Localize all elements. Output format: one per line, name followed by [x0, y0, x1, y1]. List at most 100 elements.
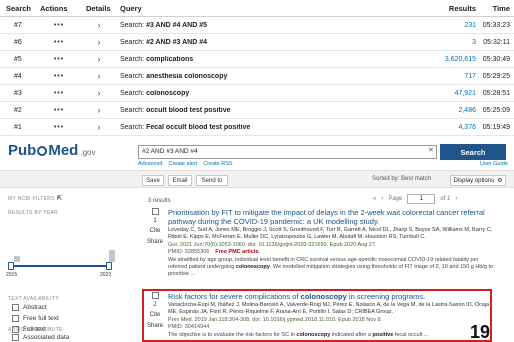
actions-menu-icon[interactable]: •••: [36, 39, 82, 46]
year-slider-start-handle[interactable]: [8, 262, 14, 270]
query-text: Search: complications: [116, 56, 434, 63]
actions-menu-icon[interactable]: •••: [36, 90, 82, 97]
history-header-row: Search Actions Details Query Results Tim…: [0, 0, 514, 17]
results-count-link[interactable]: 4,376: [434, 124, 476, 131]
chevron-right-icon[interactable]: ›: [82, 105, 116, 115]
article-controls: 1 Cite Share: [144, 208, 166, 245]
query-text: Search: occult blood test positive: [116, 107, 434, 114]
search-number: #4: [14, 72, 22, 80]
cite-button[interactable]: Cite: [150, 228, 161, 234]
filter-label: Abstract: [23, 304, 47, 311]
search-button[interactable]: Search: [440, 144, 506, 160]
search-number: #6: [14, 38, 22, 46]
table-row: #2 ••• › Search: occult blood test posit…: [0, 102, 514, 119]
pmid-text: PMID: 32855306: [168, 249, 210, 255]
article-checkbox[interactable]: [151, 208, 159, 215]
actions-menu-icon[interactable]: •••: [36, 124, 82, 131]
filter-associated-data[interactable]: Associated data: [12, 334, 69, 341]
time-stamp: 05:29:25: [482, 72, 510, 80]
col-header-actions: Actions: [40, 3, 68, 13]
cite-button[interactable]: Cite: [150, 312, 161, 318]
results-count-link[interactable]: 3: [434, 39, 476, 46]
share-button[interactable]: Share: [144, 239, 166, 245]
query-prefix: Search:: [120, 55, 147, 63]
checkbox[interactable]: [12, 304, 19, 311]
search-number: #2: [14, 106, 22, 114]
search-sub-links: Advanced Create alert Create RSS: [138, 161, 233, 167]
advanced-link[interactable]: Advanced: [138, 161, 162, 167]
chevron-right-icon[interactable]: ›: [82, 88, 116, 98]
snippet-highlight: colonoscopy: [296, 332, 331, 338]
article-number: 1: [153, 218, 157, 224]
email-button[interactable]: Email: [168, 175, 192, 186]
article-body: Risk factors for severe complications of…: [168, 292, 498, 339]
query-terms: complications: [146, 55, 194, 63]
article-snippet: We stratified by age group, individual l…: [168, 257, 498, 278]
actions-menu-icon[interactable]: •••: [36, 107, 82, 114]
snippet-highlight: colonoscopy: [235, 264, 270, 270]
time-stamp: 05:19:49: [482, 123, 510, 131]
display-options-button[interactable]: Display options ⚙: [450, 175, 506, 186]
page-input[interactable]: 1: [407, 194, 436, 204]
my-ncbi-filters[interactable]: MY NCBI FILTERS ⇱: [8, 195, 62, 202]
actions-menu-icon[interactable]: •••: [36, 73, 82, 80]
free-pmc-badge: Free PMC article.: [215, 249, 260, 255]
actions-menu-icon[interactable]: •••: [36, 22, 82, 29]
table-row: #4 ••• › Search: anesthesia colonoscopy …: [0, 68, 514, 85]
year-bar: [14, 256, 20, 262]
results-by-year-label: RESULTS BY YEAR: [8, 210, 59, 216]
article-citation: Prev Med. 2019 Jan;118:304-308. doi: 10.…: [168, 317, 383, 323]
first-page-icon[interactable]: «: [373, 196, 376, 202]
results-count-link[interactable]: 2,486: [434, 107, 476, 114]
query-terms: #3 AND #4 AND #5: [146, 21, 208, 29]
chevron-right-icon[interactable]: ›: [82, 122, 116, 132]
results-count-link[interactable]: 47,921: [434, 90, 476, 97]
query-terms: #2 AND #3 AND #4: [146, 38, 208, 46]
chevron-right-icon[interactable]: ›: [82, 37, 116, 47]
search-input[interactable]: #2 AND #3 AND #4: [138, 145, 437, 159]
clear-icon[interactable]: ✕: [428, 146, 434, 154]
pubmed-logo[interactable]: Pub Med .gov: [8, 142, 95, 159]
create-rss-link[interactable]: Create RSS: [203, 161, 232, 167]
create-alert-link[interactable]: Create alert: [168, 161, 197, 167]
year-slider-track[interactable]: [10, 265, 110, 267]
title-highlight: colonoscopy: [300, 292, 347, 301]
time-stamp: 05:32:11: [483, 38, 510, 46]
query-prefix: Search:: [120, 106, 147, 114]
results-count-link[interactable]: 717: [434, 73, 476, 80]
slide-page-number: 19: [470, 322, 491, 342]
col-header-results: Results: [448, 3, 476, 13]
sort-selector[interactable]: Sorted by: Best match: [372, 176, 431, 182]
article-authors: Loveday C, Sud A, Jones ME, Broggio J, S…: [168, 227, 493, 240]
logo-med-text: Med: [48, 142, 79, 159]
article-attribute-label: ARTICLE ATTRIBUTE: [8, 327, 63, 333]
filter-free-full-text[interactable]: Free full text: [12, 315, 59, 322]
actions-menu-icon[interactable]: •••: [36, 56, 82, 63]
results-count-link[interactable]: 231: [434, 22, 476, 29]
article-title-link[interactable]: Risk factors for severe complications of…: [168, 292, 498, 301]
col-header-search: Search: [6, 3, 32, 13]
search-number: #1: [14, 123, 22, 131]
table-row: #3 ••• › Search: colonoscopy 47,921 05:2…: [0, 85, 514, 102]
send-to-button[interactable]: Send to: [196, 175, 228, 186]
article-checkbox[interactable]: [151, 292, 159, 299]
results-count-link[interactable]: 3,620,615: [434, 56, 476, 63]
next-page-icon[interactable]: ›: [455, 196, 457, 202]
share-button[interactable]: Share: [144, 323, 166, 329]
chevron-right-icon[interactable]: ›: [82, 54, 116, 64]
chevron-right-icon[interactable]: ›: [82, 20, 116, 30]
query-text: Search: Fecal occult blood test positive: [116, 124, 434, 131]
results-count: 3 results: [148, 198, 171, 204]
prev-page-icon[interactable]: ‹: [381, 196, 383, 202]
year-slider-end-handle[interactable]: [106, 262, 112, 270]
filter-abstract[interactable]: Abstract: [12, 304, 47, 311]
save-button[interactable]: Save: [142, 175, 164, 186]
checkbox[interactable]: [12, 315, 19, 322]
checkbox[interactable]: [12, 334, 19, 341]
user-guide-link[interactable]: User Guide: [480, 161, 508, 167]
chevron-right-icon[interactable]: ›: [82, 71, 116, 81]
article-title-link[interactable]: Prioritisation by FIT to mitigate the im…: [168, 208, 498, 226]
year-start-label: 2015: [6, 272, 18, 278]
time-stamp: 05:25:09: [482, 106, 510, 114]
filter-label: Free full text: [23, 315, 59, 322]
